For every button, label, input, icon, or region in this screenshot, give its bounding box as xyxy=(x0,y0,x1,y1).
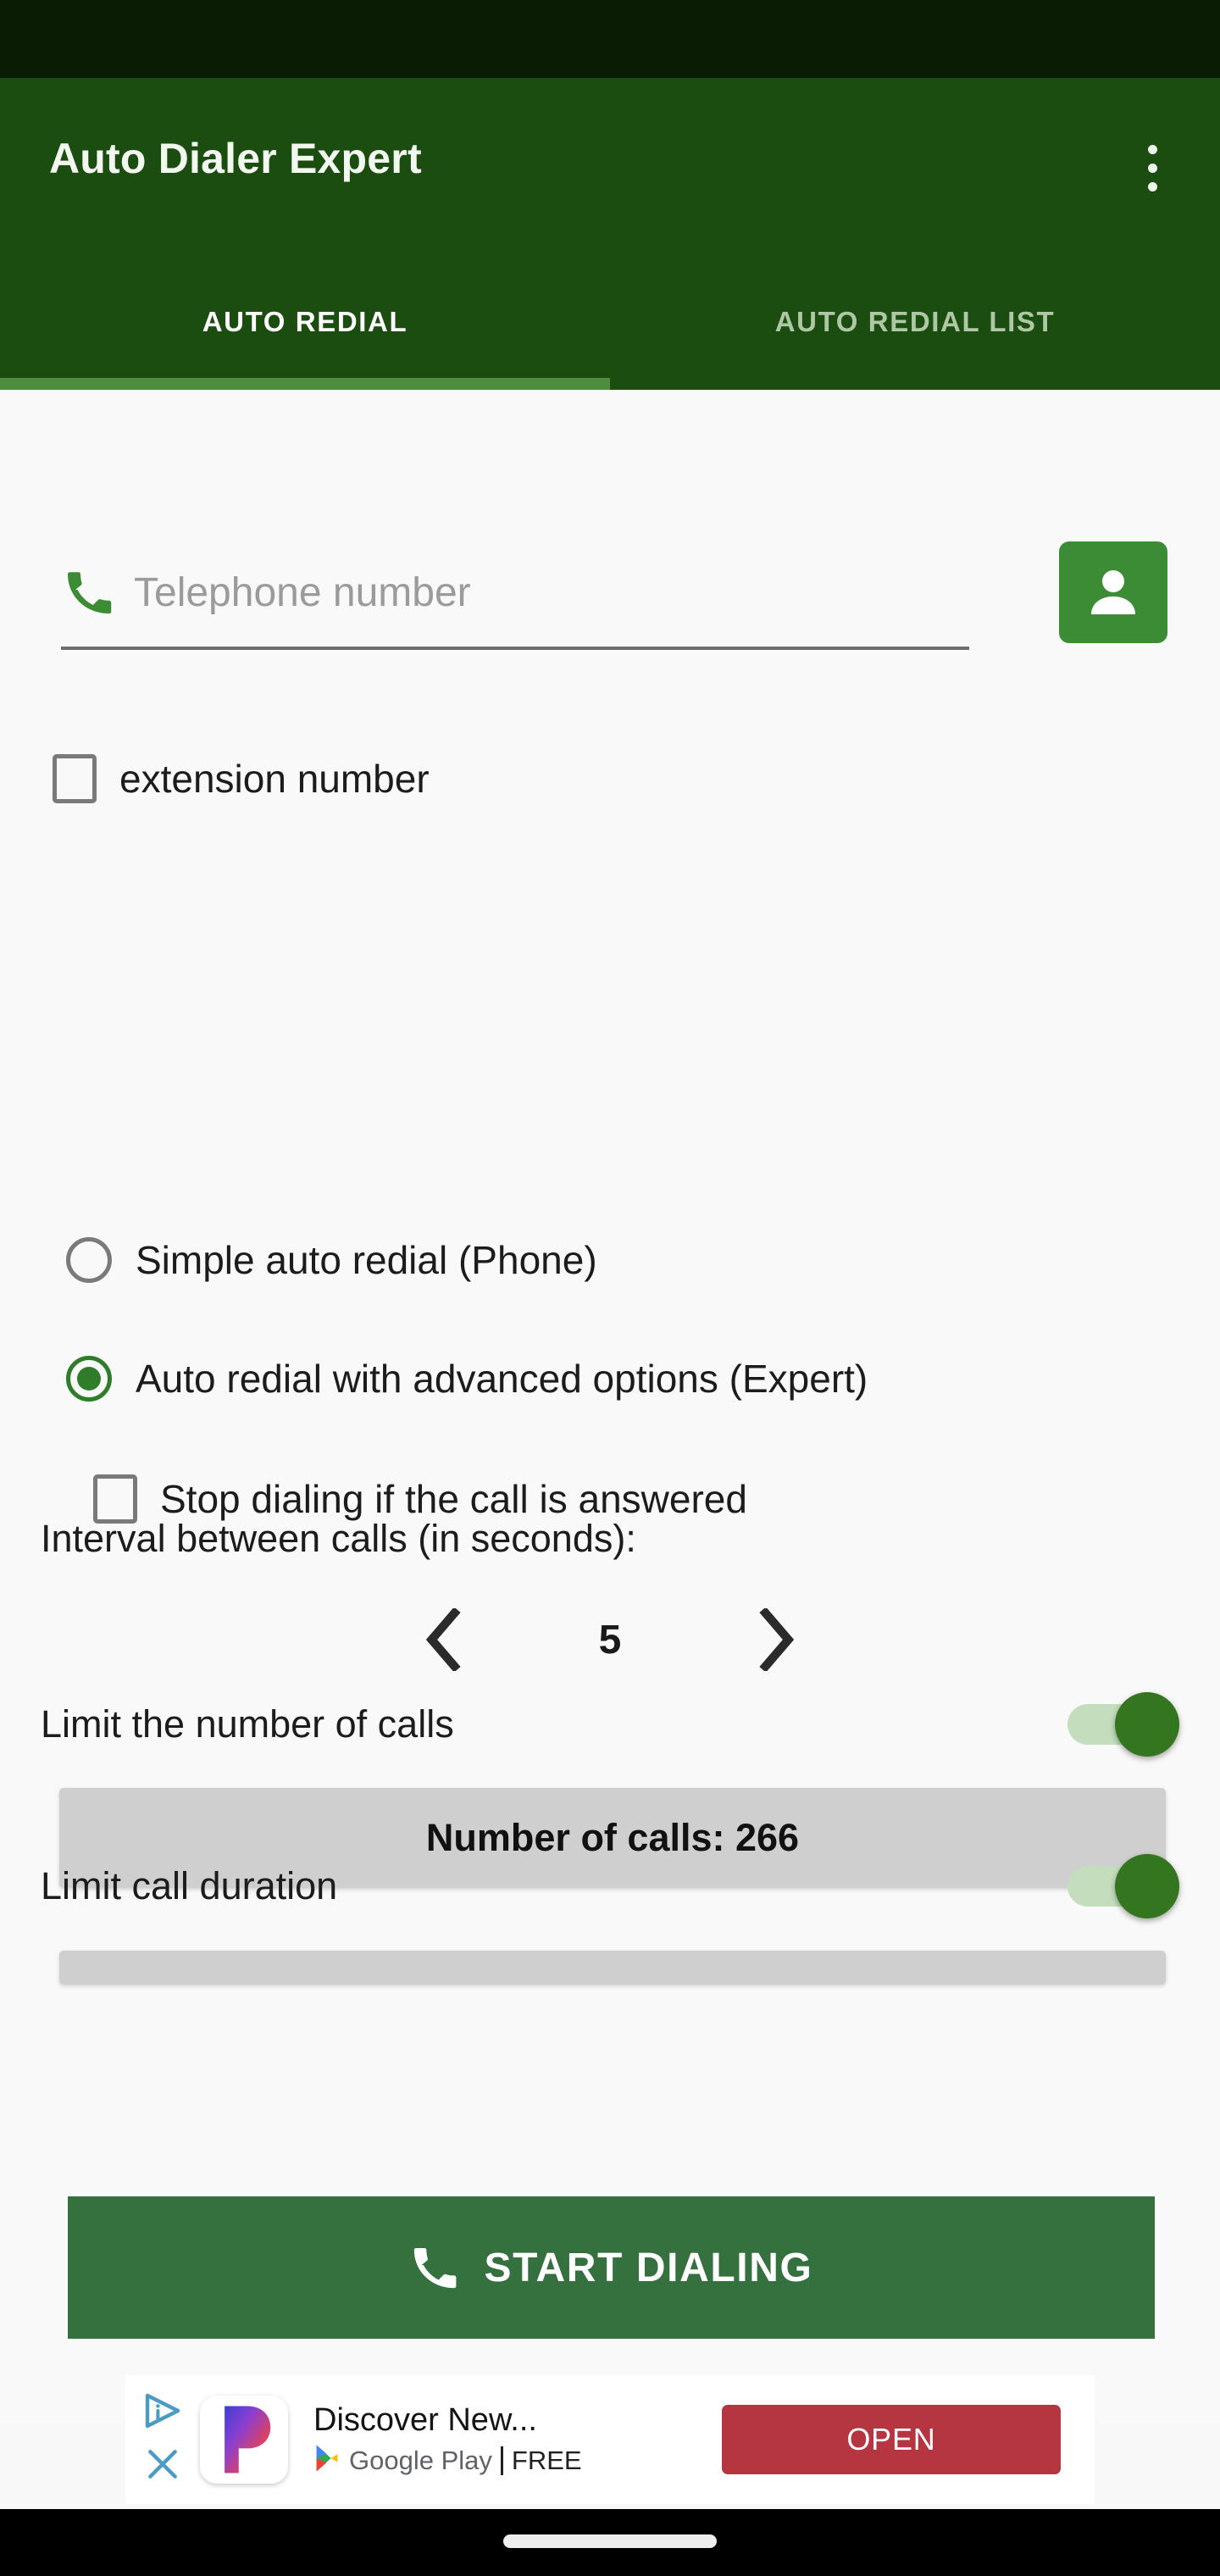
main-content: extension number Simple auto redial (Pho… xyxy=(0,390,1220,2423)
call-duration-bar[interactable] xyxy=(59,1951,1166,1985)
google-play-icon xyxy=(313,2444,341,2477)
radio-selected-dot xyxy=(77,1367,101,1391)
interval-label: Interval between calls (in seconds): xyxy=(41,1517,636,1560)
tab-active-indicator xyxy=(0,378,610,390)
extension-number-row[interactable]: extension number xyxy=(53,754,430,803)
mode-simple-radio[interactable] xyxy=(66,1237,112,1283)
dot xyxy=(1147,181,1157,192)
ad-text-block: Discover New... Google Play FREE xyxy=(313,2402,722,2477)
limit-duration-label: Limit call duration xyxy=(41,1864,338,1907)
mode-expert-radio[interactable] xyxy=(66,1356,112,1402)
tab-bar: AUTO REDIAL AUTO REDIAL LIST xyxy=(0,254,1220,390)
ad-open-button[interactable]: OPEN xyxy=(722,2405,1061,2474)
extension-number-label: extension number xyxy=(119,757,430,801)
app-bar: Auto Dialer Expert xyxy=(0,78,1220,254)
ad-store-name: Google Play xyxy=(349,2445,492,2475)
interval-stepper: 5 xyxy=(0,1593,1220,1686)
extension-number-checkbox[interactable] xyxy=(53,754,97,803)
phone-icon xyxy=(61,564,117,620)
mode-expert-row[interactable]: Auto redial with advanced options (Exper… xyxy=(66,1356,868,1402)
toggle-thumb xyxy=(1115,1692,1179,1757)
contact-person-icon xyxy=(1091,570,1135,614)
phone-screen: Auto Dialer Expert AUTO REDIAL AUTO REDI… xyxy=(0,0,1220,2576)
mode-simple-label: Simple auto redial (Phone) xyxy=(136,1238,597,1282)
gesture-home-pill[interactable] xyxy=(503,2534,717,2548)
system-navigation-bar xyxy=(0,2509,1220,2576)
ad-headline: Discover New... xyxy=(313,2402,537,2438)
tab-auto-redial[interactable]: AUTO REDIAL xyxy=(0,254,610,390)
more-vert-icon[interactable] xyxy=(1118,129,1186,207)
chevron-right-icon[interactable] xyxy=(746,1602,808,1678)
close-icon[interactable] xyxy=(144,2446,181,2487)
adchoices-icon[interactable] xyxy=(142,2392,183,2434)
ad-price: FREE xyxy=(511,2445,582,2475)
limit-duration-toggle[interactable] xyxy=(1068,1854,1179,1918)
limit-duration-row: Limit call duration xyxy=(41,1854,1179,1918)
ad-subline: Google Play FREE xyxy=(313,2444,722,2477)
dot xyxy=(1147,163,1157,173)
stop-dialing-label: Stop dialing if the call is answered xyxy=(160,1477,747,1521)
ad-controls xyxy=(125,2375,200,2504)
chevron-left-icon[interactable] xyxy=(412,1602,474,1678)
dot xyxy=(1147,144,1157,154)
mode-expert-label: Auto redial with advanced options (Exper… xyxy=(136,1357,868,1401)
telephone-field[interactable] xyxy=(61,538,969,650)
contact-picker-button[interactable] xyxy=(1059,541,1167,643)
status-bar xyxy=(0,0,1220,78)
ad-app-icon[interactable] xyxy=(200,2396,288,2484)
limit-calls-row: Limit the number of calls xyxy=(41,1692,1179,1757)
start-dialing-label: START DIALING xyxy=(484,2245,813,2290)
toggle-thumb xyxy=(1115,1854,1179,1918)
phone-icon xyxy=(413,2248,456,2289)
telephone-input[interactable] xyxy=(134,558,969,626)
mode-simple-row[interactable]: Simple auto redial (Phone) xyxy=(66,1237,597,1283)
pandora-p-icon xyxy=(214,2402,274,2477)
limit-calls-toggle[interactable] xyxy=(1068,1692,1179,1757)
telephone-row xyxy=(0,538,1220,657)
limit-calls-label: Limit the number of calls xyxy=(41,1702,454,1746)
divider xyxy=(500,2446,503,2475)
tab-auto-redial-list[interactable]: AUTO REDIAL LIST xyxy=(610,254,1220,390)
ad-banner[interactable]: Discover New... Google Play FREE OPEN xyxy=(125,2375,1095,2504)
interval-value: 5 xyxy=(598,1617,622,1663)
app-title: Auto Dialer Expert xyxy=(49,135,422,182)
start-dialing-button[interactable]: START DIALING xyxy=(68,2196,1155,2339)
